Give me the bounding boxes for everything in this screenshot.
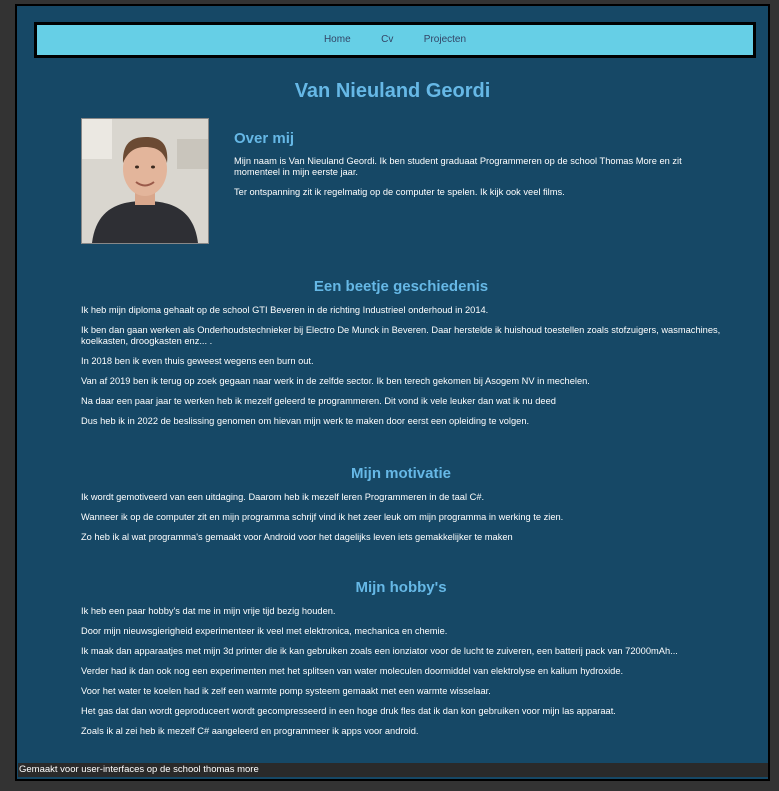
about-paragraph: Ter ontspanning zit ik regelmatig op de … xyxy=(234,187,565,197)
hobbies-paragraph: Zoals ik al zei heb ik mezelf C# aangele… xyxy=(81,726,419,736)
history-paragraph: Ik heb mijn diploma gehaalt op de school… xyxy=(81,305,489,315)
hobbies-paragraph: Ik maak dan apparaatjes met mijn 3d prin… xyxy=(81,646,678,656)
history-paragraph: Ik ben dan gaan werken als Onderhoudstec… xyxy=(81,325,721,346)
history-heading: Een beetje geschiedenis xyxy=(313,278,489,295)
history-paragraph: Dus heb ik in 2022 de beslissing genomen… xyxy=(81,416,530,426)
motivation-heading: Mijn motivatie xyxy=(350,465,451,482)
motivation-paragraph: Ik wordt gemotiveerd van een uitdaging. … xyxy=(81,492,485,502)
hobbies-paragraph: Door mijn nieuwsgierigheid experimenteer… xyxy=(81,626,448,636)
about-paragraph: Mijn naam is Van Nieuland Geordi. Ik ben… xyxy=(234,156,682,177)
nav-link-projecten[interactable]: Projecten xyxy=(424,25,466,55)
nav-bar: Home Cv Projecten xyxy=(34,22,756,58)
motivation-paragraph: Wanneer ik op de computer zit en mijn pr… xyxy=(81,512,564,522)
nav-link-home[interactable]: Home xyxy=(324,25,351,55)
hobbies-section: Mijn hobby's Ik heb een paar hobby's dat… xyxy=(81,579,721,746)
nav-link-cv[interactable]: Cv xyxy=(381,25,393,55)
hobbies-paragraph: Het gas dat dan wordt geproduceert wordt… xyxy=(81,706,616,716)
history-paragraph: Van af 2019 ben ik terug op zoek gegaan … xyxy=(81,376,590,386)
profile-photo xyxy=(81,118,209,244)
page-title: Van Nieuland Geordi xyxy=(294,80,491,102)
history-paragraph: Na daar een paar jaar te werken heb ik m… xyxy=(81,396,556,406)
about-section: Over mij Mijn naam is Van Nieuland Geord… xyxy=(234,130,729,207)
history-paragraph: In 2018 ben ik even thuis geweest wegens… xyxy=(81,356,314,366)
hobbies-paragraph: Ik heb een paar hobby's dat me in mijn v… xyxy=(81,606,336,616)
page-container: Home Cv Projecten Van Nieuland Geordi Ov… xyxy=(15,4,770,781)
motivation-section: Mijn motivatie Ik wordt gemotiveerd van … xyxy=(81,465,721,552)
about-heading: Over mij xyxy=(234,130,295,147)
footer: Gemaakt voor user-interfaces op de schoo… xyxy=(18,763,768,777)
motivation-paragraph: Zo heb ik al wat programma's gemaakt voo… xyxy=(81,532,513,542)
hobbies-paragraph: Verder had ik dan ook nog een experiment… xyxy=(81,666,624,676)
hobbies-heading: Mijn hobby's xyxy=(355,579,447,596)
history-section: Een beetje geschiedenis Ik heb mijn dipl… xyxy=(81,278,721,436)
hobbies-paragraph: Voor het water te koelen had ik zelf een… xyxy=(81,686,491,696)
